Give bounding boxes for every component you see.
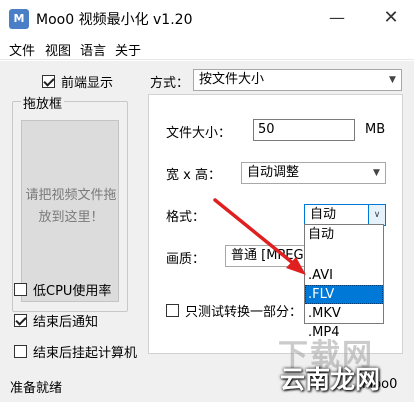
menu-bar: 文件 视图 语言 关于 xyxy=(0,38,414,60)
checkbox-box[interactable] xyxy=(166,304,179,317)
app-icon: M xyxy=(9,9,29,29)
file-size-unit: MB xyxy=(365,122,386,137)
quality-label: 画质： xyxy=(166,252,206,267)
menu-about[interactable]: 关于 xyxy=(115,40,141,59)
topmost-checkbox[interactable]: 前端显示 xyxy=(42,72,113,91)
menu-file[interactable]: 文件 xyxy=(9,40,35,59)
dimensions-label: 宽 x 高： xyxy=(166,168,221,183)
drop-hint-line-2: 放到这里！ xyxy=(38,210,104,225)
notify-label: 结束后通知 xyxy=(33,315,99,330)
format-select[interactable]: 自动 ∨ xyxy=(304,204,386,226)
format-option-mkv[interactable]: .MKV xyxy=(305,304,383,323)
watermark-text: 云南龙网 xyxy=(280,365,381,394)
checkbox-box[interactable] xyxy=(14,283,27,296)
drop-hint: 请把视频文件拖 放到这里！ xyxy=(22,185,120,229)
test-part-checkbox[interactable]: 只测试转换一部分： xyxy=(166,301,302,320)
low-cpu-label: 低CPU使用率 xyxy=(33,284,112,299)
format-select-value: 自动 xyxy=(310,207,337,222)
drop-hint-line-1: 请把视频文件拖 xyxy=(25,188,117,203)
chevron-down-icon: ▼ xyxy=(389,75,396,85)
quality-select[interactable]: 普通 [MPEG xyxy=(225,245,311,267)
title-bar: M Moo0 视频最小化 v1.20 — ✕ xyxy=(0,0,414,38)
dimensions-select-value: 自动调整 xyxy=(247,165,300,180)
checkbox-box[interactable] xyxy=(14,314,27,327)
window-title: Moo0 视频最小化 v1.20 xyxy=(36,12,193,28)
topmost-label: 前端显示 xyxy=(61,76,114,91)
mode-select[interactable]: 按文件大小 ▼ xyxy=(193,69,402,91)
drop-target-area[interactable]: 请把视频文件拖 放到这里！ xyxy=(21,120,119,302)
suspend-checkbox[interactable]: 结束后挂起计算机 xyxy=(14,342,137,361)
chevron-down-icon: ∨ xyxy=(368,205,385,225)
suspend-label: 结束后挂起计算机 xyxy=(33,346,138,361)
menu-view[interactable]: 视图 xyxy=(45,40,71,59)
notify-checkbox[interactable]: 结束后通知 xyxy=(14,311,98,330)
file-size-input[interactable]: 50 xyxy=(253,119,355,141)
dropdown-spacer xyxy=(305,244,383,266)
low-cpu-checkbox[interactable]: 低CPU使用率 xyxy=(14,280,111,299)
checkbox-box[interactable] xyxy=(14,345,27,358)
menu-language[interactable]: 语言 xyxy=(80,40,106,59)
chevron-down-icon: ▼ xyxy=(373,168,380,178)
quality-select-value: 普通 [MPEG xyxy=(231,248,304,263)
format-option-flv[interactable]: .FLV xyxy=(305,285,383,304)
status-text: 准备就绪 xyxy=(10,381,63,396)
mode-select-value: 按文件大小 xyxy=(199,72,265,87)
format-option-auto[interactable]: 自动 xyxy=(305,225,383,244)
format-label: 格式： xyxy=(166,210,206,225)
dimensions-select[interactable]: 自动调整 ▼ xyxy=(241,162,386,184)
file-size-label: 文件大小： xyxy=(166,126,232,141)
format-option-avi[interactable]: .AVI xyxy=(305,266,383,285)
test-part-label: 只测试转换一部分： xyxy=(185,305,303,320)
minimize-button[interactable]: — xyxy=(314,0,360,36)
checkbox-box[interactable] xyxy=(42,75,55,88)
mode-label: 方式： xyxy=(150,76,190,91)
drop-box-title: 拖放框 xyxy=(21,93,65,112)
format-dropdown-list: 自动 .AVI .FLV .MKV .MP4 xyxy=(304,224,384,340)
close-button[interactable]: ✕ xyxy=(368,0,414,36)
